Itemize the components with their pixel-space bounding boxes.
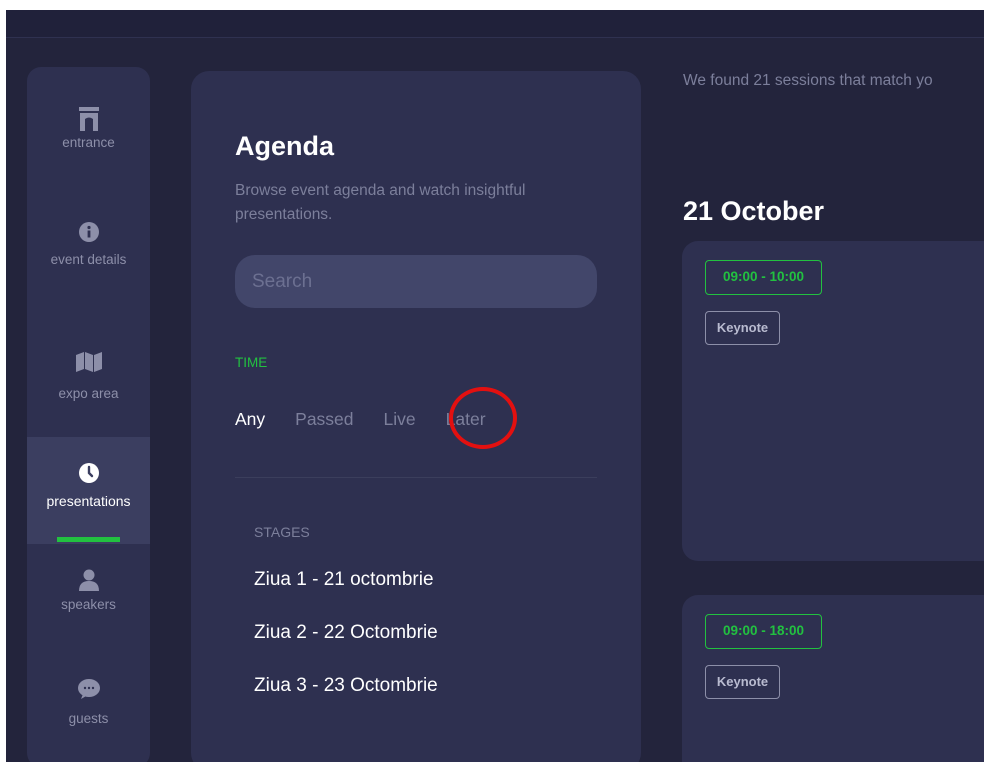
time-filter-group: Any Passed Live Later (235, 408, 486, 432)
time-filter-label: TIME (235, 355, 268, 370)
clock-icon (78, 463, 99, 483)
nav-item-guests[interactable]: guests (27, 679, 150, 731)
nav-label: presentations (46, 493, 131, 509)
nav-label: guests (68, 711, 109, 726)
nav-label: expo area (58, 386, 119, 401)
nav-item-speakers[interactable]: speakers (27, 569, 150, 617)
session-card[interactable]: 09:00 - 18:00 Keynote (682, 595, 984, 762)
search-input[interactable] (235, 255, 597, 308)
nav-item-event-details[interactable]: event details (27, 222, 150, 272)
nav-label: speakers (61, 597, 116, 612)
session-tag: Keynote (705, 665, 780, 699)
nav-item-entrance[interactable]: entrance (27, 107, 150, 155)
app-window: entrance event details expo area present… (6, 10, 984, 762)
time-filter-passed[interactable]: Passed (295, 408, 353, 432)
gate-icon (78, 107, 99, 131)
stage-item-day-2[interactable]: Ziua 2 - 22 Octombrie (254, 622, 438, 644)
top-bar (6, 10, 984, 38)
active-indicator (57, 537, 120, 542)
time-filter-live[interactable]: Live (384, 408, 416, 432)
nav-label: event details (50, 252, 127, 267)
divider (235, 477, 597, 478)
date-heading: 21 October (683, 196, 825, 226)
stages-label: STAGES (254, 524, 310, 540)
nav-item-presentations[interactable]: presentations (27, 437, 150, 544)
sidebar: entrance event details expo area present… (27, 67, 150, 762)
info-icon (78, 222, 99, 242)
time-filter-any[interactable]: Any (235, 408, 265, 432)
session-time-badge: 09:00 - 10:00 (705, 260, 822, 295)
session-tag: Keynote (705, 311, 780, 345)
agenda-panel: Agenda Browse event agenda and watch ins… (191, 71, 641, 762)
map-icon (75, 352, 102, 372)
page-title: Agenda (235, 131, 335, 161)
user-icon (78, 569, 99, 591)
nav-item-expo-area[interactable]: expo area (27, 352, 150, 406)
session-card[interactable]: 09:00 - 10:00 Keynote (682, 241, 984, 561)
annotation-circle (449, 387, 517, 449)
session-time-badge: 09:00 - 18:00 (705, 614, 822, 649)
stage-item-day-3[interactable]: Ziua 3 - 23 Octombrie (254, 675, 438, 697)
stage-item-day-1[interactable]: Ziua 1 - 21 octombrie (254, 569, 434, 591)
page-subtitle: Browse event agenda and watch insightful… (235, 182, 526, 223)
nav-label: entrance (62, 135, 115, 150)
chat-icon (77, 679, 100, 699)
results-count-text: We found 21 sessions that match yo (683, 72, 933, 89)
